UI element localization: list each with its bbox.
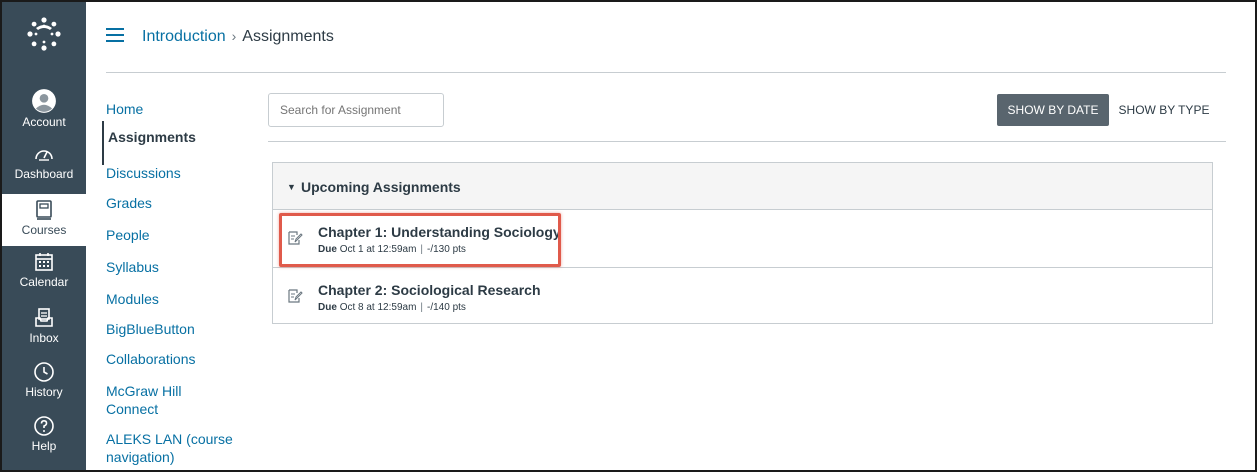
due-label: Due — [318, 302, 337, 313]
dashboard-icon — [35, 150, 53, 161]
breadcrumb-current: Assignments — [242, 28, 334, 45]
help-icon — [34, 416, 54, 436]
course-nav-people[interactable]: People — [106, 226, 150, 244]
assignment-search-input[interactable] — [268, 93, 444, 127]
global-nav-label: Help — [31, 439, 57, 453]
assignment-icon — [288, 289, 303, 303]
course-nav-grades[interactable]: Grades — [106, 194, 152, 212]
toolbar-divider — [268, 141, 1226, 142]
global-nav-help[interactable]: Help — [2, 414, 86, 466]
course-nav-mcgraw-hill-connect[interactable]: McGraw Hill Connect — [106, 382, 181, 418]
history-icon — [34, 362, 54, 382]
global-nav: Account Dashboard Courses Calendar Inbox… — [2, 2, 86, 470]
inbox-icon — [35, 308, 53, 327]
global-nav-label: Calendar — [19, 275, 69, 289]
highlight-annotation-box — [279, 213, 561, 267]
global-nav-courses[interactable]: Courses — [2, 194, 86, 246]
course-nav-syllabus[interactable]: Syllabus — [106, 258, 159, 276]
meta-separator: | — [420, 302, 424, 313]
app-frame: Account Dashboard Courses Calendar Inbox… — [0, 0, 1257, 472]
course-nav-collaborations[interactable]: Collaborations — [106, 350, 196, 368]
breadcrumb: Introduction › Assignments — [142, 28, 334, 46]
global-nav-label: History — [25, 385, 63, 399]
page-header: Introduction › Assignments — [106, 24, 1226, 73]
course-nav-modules[interactable]: Modules — [106, 290, 159, 308]
course-nav-discussions[interactable]: Discussions — [106, 164, 181, 182]
assignment-meta: Due Oct 8 at 12:59am | -/140 pts — [318, 302, 466, 313]
global-nav-inbox[interactable]: Inbox — [2, 306, 86, 358]
assignment-group-title: Upcoming Assignments — [301, 179, 461, 195]
assignment-row[interactable]: Chapter 2: Sociological Research Due Oct… — [273, 268, 1212, 325]
canvas-logo-icon[interactable] — [26, 16, 62, 52]
breadcrumb-separator: › — [231, 28, 237, 44]
calendar-icon — [35, 253, 53, 271]
due-date: Oct 8 at 12:59am — [339, 302, 417, 313]
show-by-type-button[interactable]: SHOW BY TYPE — [1112, 94, 1216, 126]
courses-icon — [36, 200, 52, 220]
global-nav-label: Account — [22, 115, 66, 129]
global-nav-history[interactable]: History — [2, 360, 86, 412]
hamburger-menu-icon[interactable] — [106, 28, 124, 46]
breadcrumb-course-link[interactable]: Introduction — [142, 28, 226, 45]
show-by-date-button[interactable]: SHOW BY DATE — [997, 94, 1109, 126]
course-nav-bigbluebutton[interactable]: BigBlueButton — [106, 320, 195, 338]
assignment-group-header[interactable]: ▼ Upcoming Assignments — [273, 163, 1212, 210]
global-nav-dashboard[interactable]: Dashboard — [2, 142, 86, 194]
assignment-points: -/140 pts — [427, 302, 466, 313]
course-nav-home[interactable]: Home — [106, 100, 143, 118]
assignment-title-link[interactable]: Chapter 2: Sociological Research — [318, 282, 541, 298]
global-nav-label: Inbox — [29, 331, 59, 345]
course-nav-assignments[interactable]: Assignments — [102, 121, 196, 165]
global-nav-account[interactable]: Account — [2, 88, 86, 140]
global-nav-label: Dashboard — [14, 167, 74, 181]
course-nav-aleks-lan[interactable]: ALEKS LAN (course navigation) — [106, 430, 233, 466]
global-nav-calendar[interactable]: Calendar — [2, 250, 86, 302]
caret-down-icon: ▼ — [287, 182, 296, 192]
global-nav-label: Courses — [21, 223, 67, 237]
account-icon — [32, 89, 56, 113]
